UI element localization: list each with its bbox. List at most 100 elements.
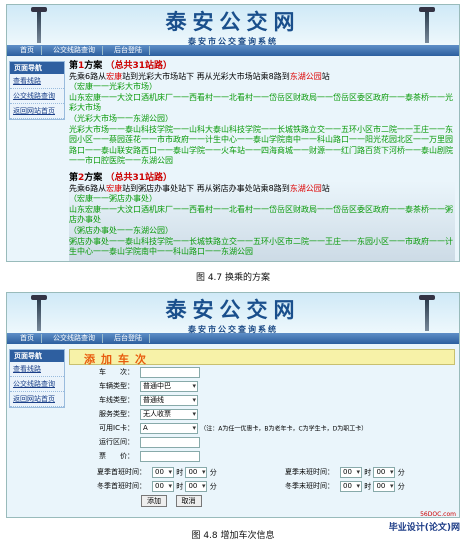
segment-title: （粥店办事处一一东湖公园） — [69, 225, 173, 235]
site-subtitle: 泰安市公交查询系统 — [188, 37, 278, 46]
winter-first-label: 冬季首班时间： — [97, 482, 146, 490]
start-stop[interactable]: 宏康 — [106, 184, 122, 193]
solution-title: 第2方案 （总共31站路） — [69, 173, 455, 184]
figure-caption: 图 4.7 换乘的方案 — [195, 273, 271, 283]
nav-admin-login[interactable]: 后台登陆 — [107, 334, 150, 343]
sidebar: 页面导航 查看线路 公交线路查询 返回网站首页 — [9, 349, 65, 408]
ic-card-select[interactable]: A — [140, 422, 198, 434]
summary-part: 站 — [321, 183, 330, 193]
form-row: 车线类型： 普通线 — [69, 393, 455, 407]
form-row: 夏季首班时间： 00 时 00 分 夏季末班时间： 00 时 00 分 — [69, 465, 455, 479]
fare-input[interactable] — [140, 450, 200, 462]
car-no-label: 车 次： — [99, 368, 134, 376]
winter-last-minute-select[interactable]: 00 — [373, 480, 396, 492]
summer-first-label: 夏季首班时间： — [97, 468, 146, 476]
end-stop[interactable]: 东湖公园 — [290, 184, 322, 193]
solution-block: 第1方案 （总共31站路） 先乘6路从宏康站到光彩大市场站下 再从光彩大市场站乘… — [69, 61, 455, 167]
hour-unit: 时 — [364, 468, 372, 476]
form-row: 运行区间： — [69, 435, 455, 449]
site-logo: 泰安公交网 — [165, 297, 301, 322]
site-watermark: 56DOC.com 毕业设计(论文)网 — [388, 511, 460, 533]
minute-unit: 分 — [209, 482, 217, 490]
run-range-label: 运行区间： — [99, 438, 134, 446]
sidebar-item-home[interactable]: 返回网站首页 — [10, 392, 64, 407]
street-lamp-icon — [31, 295, 47, 331]
car-type-label: 车辆类型： — [99, 382, 134, 390]
nav-home[interactable]: 首页 — [13, 46, 42, 55]
summary-part: 先乘6路从 — [69, 183, 107, 193]
sidebar-item-route-query[interactable]: 公交线路查询 — [10, 89, 64, 104]
minute-unit: 分 — [209, 468, 217, 476]
form-title: 添加车次 — [69, 349, 455, 366]
add-trip-form: 添加车次 车 次： 车辆类型： 普通中巴 车线类型： 普通线 服务类型： 无人收… — [69, 349, 455, 507]
nav-route-query[interactable]: 公交线路查询 — [46, 334, 103, 343]
segment-stops: 粥店办事处一一泰山科技学院一一长城铁路立交一一五环小区市二院一一王庄一一东园小区… — [69, 236, 453, 257]
summary-part: 站 — [321, 71, 330, 81]
segment-title: （光彩大市场一一东湖公园） — [69, 113, 173, 123]
watermark-small: 56DOC.com — [420, 511, 456, 518]
line-type-label: 车线类型： — [99, 396, 134, 404]
sidebar: 页面导航 查看线路 公交线路查询 返回网站首页 — [9, 61, 65, 120]
solution-label-prefix: 第 — [69, 172, 79, 183]
street-lamp-icon — [419, 7, 435, 43]
nav-home[interactable]: 首页 — [13, 334, 42, 343]
stop-count: （总共31站路） — [105, 61, 172, 71]
end-stop[interactable]: 东湖公园 — [290, 72, 322, 81]
solution-title: 第1方案 （总共31站路） — [69, 61, 455, 72]
segment-title: （宏康一一光彩大市场） — [69, 82, 157, 92]
winter-first-hour-select[interactable]: 00 — [152, 480, 174, 492]
solution-label-prefix: 第 — [69, 61, 79, 71]
form-row: 票 价： — [69, 449, 455, 463]
sidebar-item-view-lines[interactable]: 查看线路 — [10, 74, 64, 89]
form-table: 车 次： 车辆类型： 普通中巴 车线类型： 普通线 服务类型： 无人收票 可用I… — [69, 365, 455, 463]
summary-part: 站到粥店办事处站下 再从粥店办事处站乘8路到 — [122, 183, 290, 193]
street-lamp-icon — [31, 7, 47, 43]
car-no-input[interactable] — [140, 366, 200, 378]
sidebar-item-route-query[interactable]: 公交线路查询 — [10, 377, 64, 392]
segment-stops: 光彩大市场一一泰山科技学院一一山科大泰山科技学院一一长城铁路立交一一五环小区市二… — [69, 124, 453, 166]
stop-count: （总共31站路） — [105, 172, 172, 183]
summary-part: 站到光彩大市场站下 再从光彩大市场站乘8路到 — [122, 71, 290, 81]
winter-last-hour-select[interactable]: 00 — [340, 480, 362, 492]
winter-last-label: 冬季末班时间： — [285, 482, 334, 490]
car-type-select[interactable]: 普通中巴 — [140, 380, 198, 392]
site-banner: 泰安公交网 泰安市公交查询系统 — [7, 293, 459, 334]
winter-first-minute-select[interactable]: 00 — [185, 480, 208, 492]
line-type-select[interactable]: 普通线 — [140, 394, 198, 406]
hour-unit: 时 — [176, 468, 184, 476]
nav-route-query[interactable]: 公交线路查询 — [46, 46, 103, 55]
hour-unit: 时 — [176, 482, 184, 490]
sidebar-item-view-lines[interactable]: 查看线路 — [10, 362, 64, 377]
summer-first-minute-select[interactable]: 00 — [185, 466, 208, 478]
summer-last-hour-select[interactable]: 00 — [340, 466, 362, 478]
run-range-input[interactable] — [140, 436, 200, 448]
watermark-main: 毕业设计(论文)网 — [388, 523, 460, 533]
sidebar-item-home[interactable]: 返回网站首页 — [10, 104, 64, 119]
form-buttons: 添加 取消 — [69, 495, 455, 507]
site-logo: 泰安公交网 — [165, 9, 301, 34]
solution-label-suffix: 方案 — [84, 61, 103, 71]
summer-last-label: 夏季末班时间： — [285, 468, 334, 476]
form-row: 车辆类型： 普通中巴 — [69, 379, 455, 393]
summary-part: 先乘6路从 — [69, 71, 107, 81]
segment-stops: 山东宏康一一大汶口酒机床厂一一西看村一一北看村一一岱岳区财政局一一岱岳区委区政府… — [69, 92, 453, 113]
schedule-table: 夏季首班时间： 00 时 00 分 夏季末班时间： 00 时 00 分 冬季首班… — [69, 465, 455, 493]
nav-admin-login[interactable]: 后台登陆 — [107, 46, 150, 55]
hour-unit: 时 — [364, 482, 372, 490]
cancel-button[interactable]: 取消 — [175, 495, 202, 507]
segment-stops: 山东宏康一一大汶口酒机床厂一一西看村一一北看村一一岱岳区财政局一一岱岳区委区政府… — [69, 204, 453, 225]
solution-label-suffix: 方案 — [84, 172, 103, 183]
start-stop[interactable]: 宏康 — [106, 72, 122, 81]
summer-last-minute-select[interactable]: 00 — [373, 466, 396, 478]
screenshot-transfer-solutions: 泰安公交网 泰安市公交查询系统 首页 公交线路查询 后台登陆 页面导航 查看线路… — [6, 4, 460, 262]
fare-label: 票 价： — [99, 452, 134, 460]
add-button[interactable]: 添加 — [141, 495, 167, 507]
solution-block: 第2方案 （总共31站路） 先乘6路从宏康站到粥店办事处站下 再从粥店办事处站乘… — [69, 173, 455, 258]
service-type-select[interactable]: 无人收票 — [140, 408, 198, 420]
ic-card-note: （注：A为任一优惠卡，B为老年卡，C为学生卡，D为职工卡） — [200, 425, 368, 432]
minute-unit: 分 — [397, 482, 405, 490]
form-row: 车 次： — [69, 365, 455, 379]
summer-first-hour-select[interactable]: 00 — [152, 466, 174, 478]
solution-summary: 先乘6路从宏康站到粥店办事处站下 再从粥店办事处站乘8路到东湖公园站 — [69, 184, 455, 195]
screenshot-add-trip: 泰安公交网 泰安市公交查询系统 首页 公交线路查询 后台登陆 页面导航 查看线路… — [6, 292, 460, 518]
